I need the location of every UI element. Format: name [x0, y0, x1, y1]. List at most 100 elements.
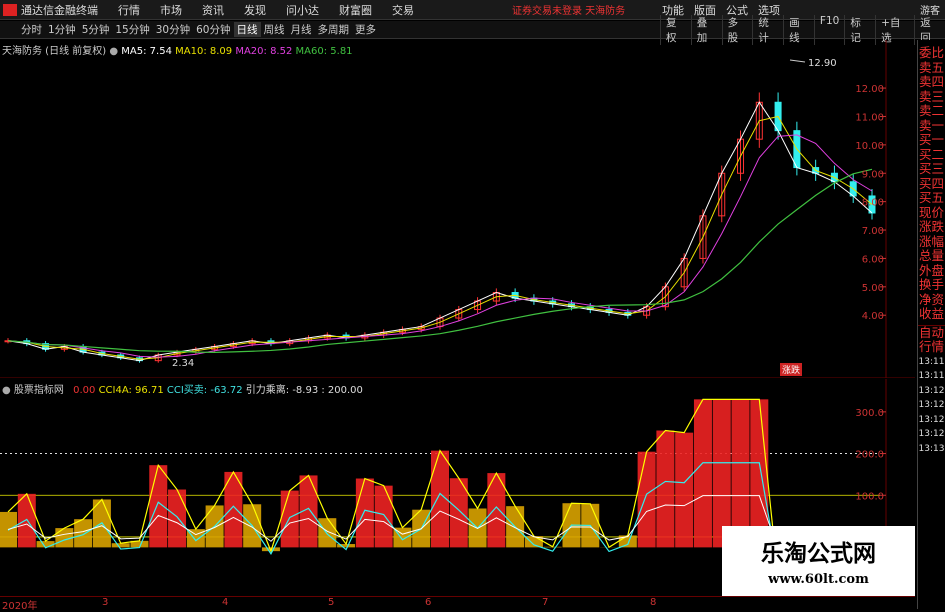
sidebar-label[interactable]: 委比	[918, 46, 945, 61]
period-tab[interactable]: 1分钟	[45, 22, 79, 37]
cci4a-label: CCI4A: 96.71	[99, 385, 164, 396]
y-tick-label: 100.0	[855, 491, 884, 502]
period-tab[interactable]: 15分钟	[112, 22, 152, 37]
period-tab[interactable]: 周线	[261, 22, 288, 37]
sidebar-label[interactable]: 自动	[918, 326, 945, 341]
menu-news[interactable]: 资讯	[202, 2, 224, 18]
period-tab[interactable]: 分时	[18, 22, 45, 37]
indicator-name: 股票指标网	[14, 385, 64, 396]
watermark-url: www.60lt.com	[722, 572, 915, 587]
sidebar-label[interactable]: 涨幅	[918, 235, 945, 250]
chart-title: 天海防务 (日线 前复权)	[2, 46, 106, 57]
sidebar-label[interactable]: 买五	[918, 191, 945, 206]
y-tick-label: 200.0	[855, 450, 884, 461]
x-tick: 8	[650, 597, 656, 608]
sidebar-time: 13:13	[918, 442, 945, 457]
price-chart[interactable]: 12.0011.0010.009.008.007.006.005.004.00 …	[0, 40, 915, 378]
indicator-area	[638, 452, 656, 548]
y-tick-label: 6.00	[862, 254, 884, 265]
y-tick-label: 5.00	[862, 283, 884, 294]
main-legend: 天海防务 (日线 前复权) ● MA5: 7.54 MA10: 8.09 MA2…	[2, 42, 353, 57]
watermark-title: 乐淘公式网	[722, 534, 915, 568]
indicator-legend: ● 股票指标网 0.00 CCI4A: 96.71 CCI买卖: -63.72 …	[2, 381, 363, 396]
sidebar-label[interactable]: 现价	[918, 206, 945, 221]
menu-wealth[interactable]: 财富圈	[339, 2, 372, 18]
x-tick: 7	[542, 597, 548, 608]
quote-sidebar: 委比 卖五 卖四 卖三 卖二 卖一 买一 买二 买三 买四 买五 现价 涨跌 涨…	[917, 40, 945, 609]
y-tick-label: 10.00	[855, 141, 884, 152]
low-label: 2.34	[172, 358, 194, 369]
indicator-area	[74, 519, 92, 547]
gravity-label: 引力乘离: -8.93 : 200.00	[246, 385, 363, 396]
app-logo-icon	[3, 4, 17, 16]
sidebar-label[interactable]: 买二	[918, 148, 945, 163]
indicator-area	[656, 431, 674, 548]
x-tick: 4	[222, 597, 228, 608]
sidebar-label[interactable]: 卖一	[918, 119, 945, 134]
x-tick: 3	[102, 597, 108, 608]
period-tab-more[interactable]: 更多	[352, 22, 379, 37]
settings-icon[interactable]: ●	[109, 46, 118, 57]
menu-market[interactable]: 行情	[118, 2, 140, 18]
period-tab-active[interactable]: 日线	[234, 22, 261, 37]
sidebar-time: 13:11	[918, 355, 945, 370]
sidebar-label[interactable]: 总量	[918, 249, 945, 264]
x-tick: 6	[425, 597, 431, 608]
y-tick-label: 9.00	[862, 169, 884, 180]
sidebar-label[interactable]: 买三	[918, 162, 945, 177]
ma10-line	[8, 116, 872, 359]
y-tick-label: 7.00	[862, 226, 884, 237]
indicator-area	[168, 490, 186, 548]
period-tab[interactable]: 多周期	[315, 22, 353, 37]
indicator-area	[281, 491, 299, 548]
sidebar-time: 13:12	[918, 384, 945, 399]
x-axis: 2020年 3 4 5 6 7 8	[0, 596, 915, 609]
indicator-area	[37, 541, 55, 547]
sidebar-label[interactable]: 买一	[918, 133, 945, 148]
y-tick-label: 300.0	[855, 408, 884, 419]
high-pointer	[790, 60, 805, 62]
x-tick: 5	[328, 597, 334, 608]
ma10-label: MA10: 8.09	[175, 46, 232, 57]
settings-icon[interactable]: ●	[2, 385, 11, 396]
watermark: 乐淘公式网 www.60lt.com	[722, 526, 915, 596]
indicator-area	[375, 486, 393, 548]
sidebar-label[interactable]: 净资	[918, 293, 945, 308]
indicator-area	[675, 433, 693, 548]
menu-discover[interactable]: 发现	[244, 2, 266, 18]
sidebar-label[interactable]: 卖四	[918, 75, 945, 90]
period-tab[interactable]: 5分钟	[79, 22, 113, 37]
indicator-area	[318, 518, 336, 547]
sidebar-time: 13:12	[918, 413, 945, 428]
sidebar-label[interactable]: 外盘	[918, 264, 945, 279]
sidebar-label[interactable]: 涨跌	[918, 220, 945, 235]
login-warning: 证券交易未登录 天海防务	[512, 2, 625, 17]
period-tab[interactable]: 月线	[288, 22, 315, 37]
indicator-area	[694, 399, 712, 547]
app-name: 通达信金融终端	[21, 2, 98, 18]
ma60-label: MA60: 5.81	[296, 46, 353, 57]
ma20-label: MA20: 8.52	[235, 46, 292, 57]
menu-ask[interactable]: 问小达	[286, 2, 319, 18]
y-tick-label: 8.00	[862, 198, 884, 209]
indicator-area	[356, 479, 374, 548]
change-badge[interactable]: 涨跌	[780, 363, 802, 376]
sidebar-label[interactable]: 卖二	[918, 104, 945, 119]
indicator-zero: 0.00	[73, 385, 95, 396]
y-tick-label: 12.00	[855, 84, 884, 95]
sidebar-time: 13:12	[918, 398, 945, 413]
period-tab[interactable]: 30分钟	[153, 22, 193, 37]
cci-trade-label: CCI买卖: -63.72	[167, 385, 243, 396]
x-tick: 2020年	[2, 597, 37, 612]
period-tab[interactable]: 60分钟	[193, 22, 233, 37]
menu-trade[interactable]: 交易	[392, 2, 414, 18]
sidebar-label[interactable]: 卖三	[918, 90, 945, 105]
sidebar-label[interactable]: 卖五	[918, 61, 945, 76]
sidebar-label[interactable]: 行情	[918, 340, 945, 355]
indicator-area	[112, 543, 130, 547]
sidebar-label[interactable]: 换手	[918, 278, 945, 293]
menu-exchange[interactable]: 市场	[160, 2, 182, 18]
sidebar-label[interactable]: 买四	[918, 177, 945, 192]
sidebar-time: 13:12	[918, 427, 945, 442]
sidebar-label[interactable]: 收益	[918, 307, 945, 322]
